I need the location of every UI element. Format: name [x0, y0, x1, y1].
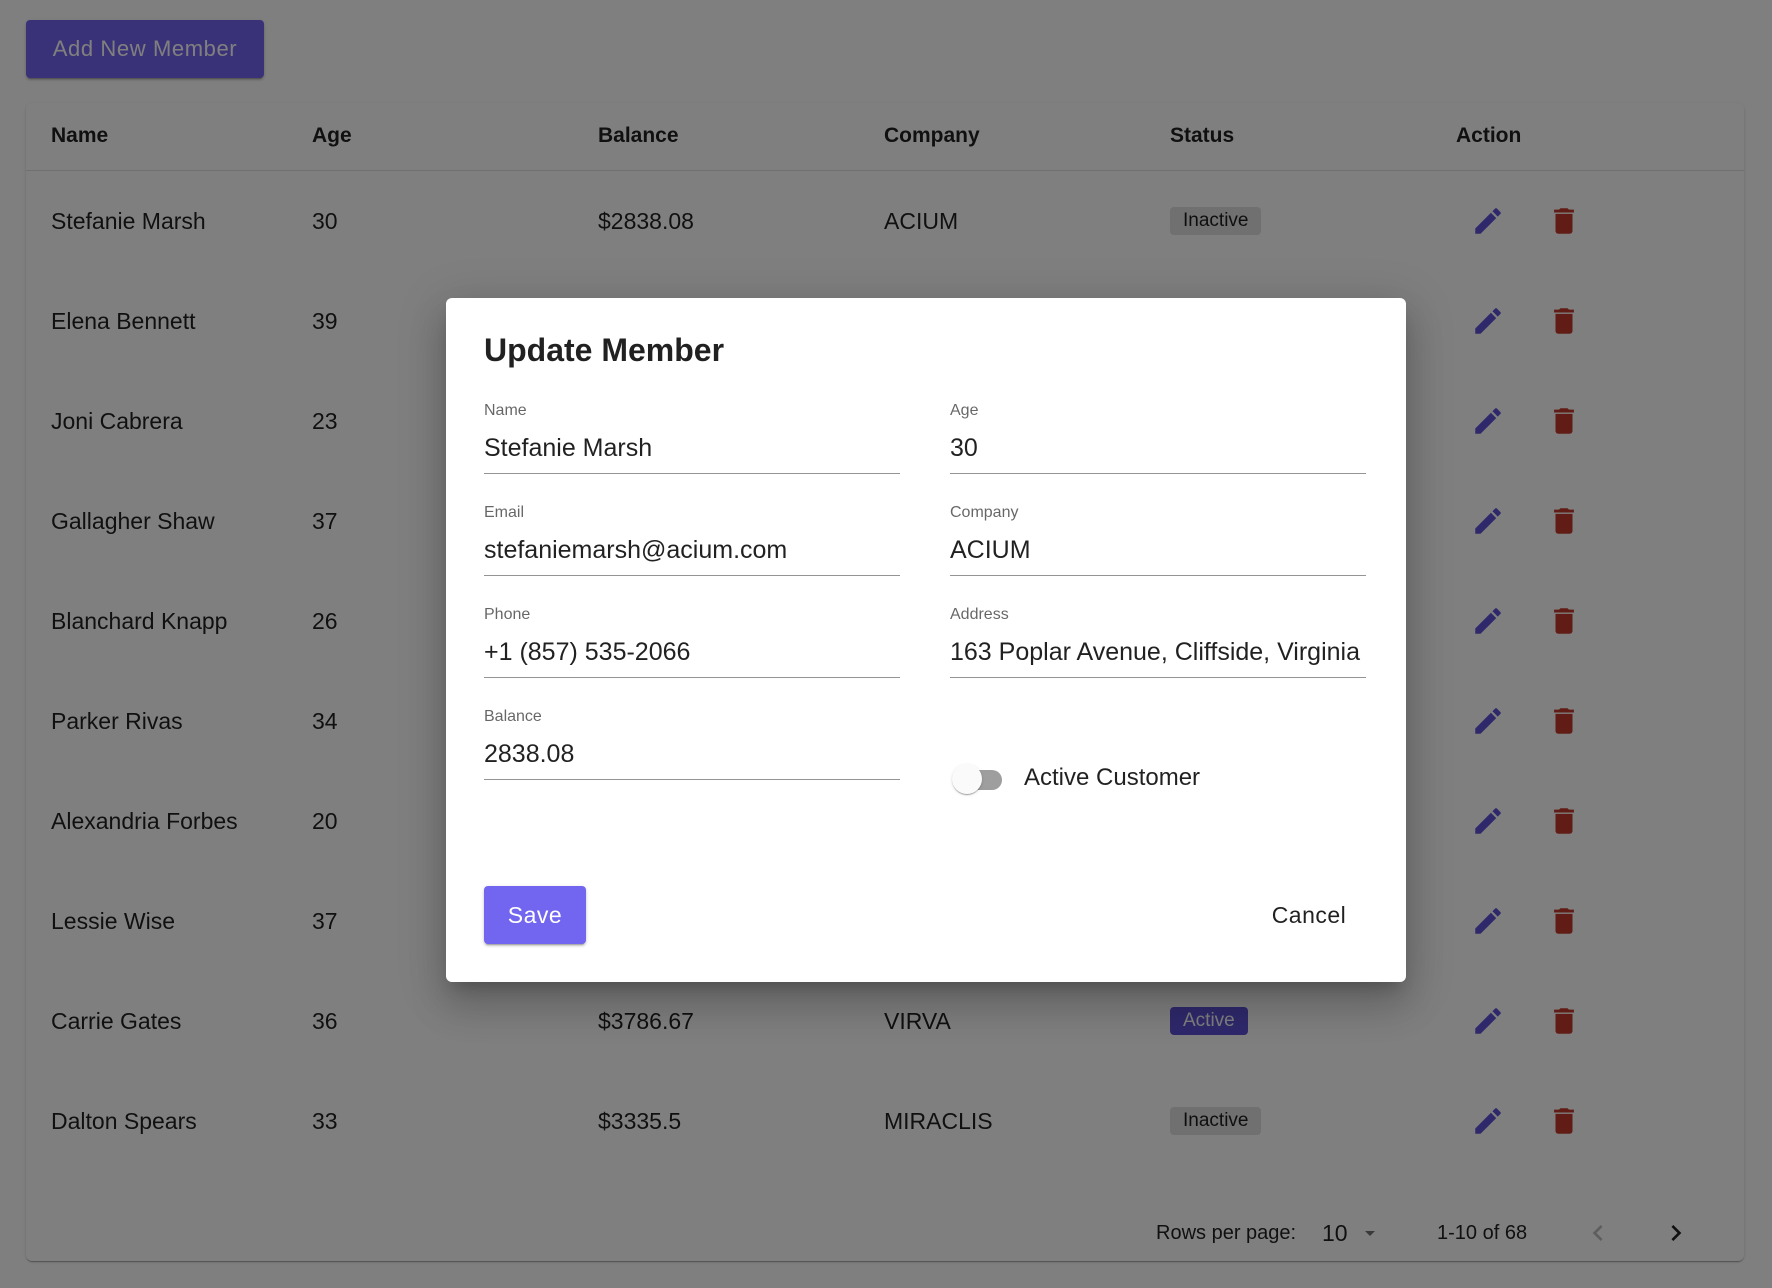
company-input[interactable]	[950, 526, 1366, 576]
address-field-label: Address	[950, 606, 1009, 623]
name-field: Name	[484, 402, 900, 492]
phone-field: Phone	[484, 606, 900, 696]
balance-field: Balance	[484, 708, 900, 798]
age-field: Age	[950, 402, 1366, 492]
email-field-label: Email	[484, 504, 525, 521]
update-member-dialog: Update Member Name Age Email Company Pho…	[446, 298, 1406, 982]
members-page: Add New Member Name Age Balance Company …	[0, 0, 1772, 1288]
address-input[interactable]	[950, 628, 1366, 678]
address-field: Address	[950, 606, 1366, 696]
cancel-button[interactable]: Cancel	[1246, 886, 1372, 944]
name-input[interactable]	[484, 424, 900, 474]
email-field: Email	[484, 504, 900, 594]
email-input[interactable]	[484, 526, 900, 576]
active-customer-switch[interactable]	[948, 758, 1006, 798]
active-customer-label[interactable]: Active Customer	[1024, 758, 1200, 798]
balance-field-label: Balance	[484, 708, 542, 725]
switch-thumb	[952, 764, 982, 794]
phone-field-label: Phone	[484, 606, 531, 623]
save-button[interactable]: Save	[484, 886, 586, 944]
age-input[interactable]	[950, 424, 1366, 474]
company-field-label: Company	[950, 504, 1019, 521]
name-field-label: Name	[484, 402, 527, 419]
balance-input[interactable]	[484, 730, 900, 780]
age-field-label: Age	[950, 402, 979, 419]
dialog-title: Update Member	[484, 332, 725, 368]
company-field: Company	[950, 504, 1366, 594]
phone-input[interactable]	[484, 628, 900, 678]
